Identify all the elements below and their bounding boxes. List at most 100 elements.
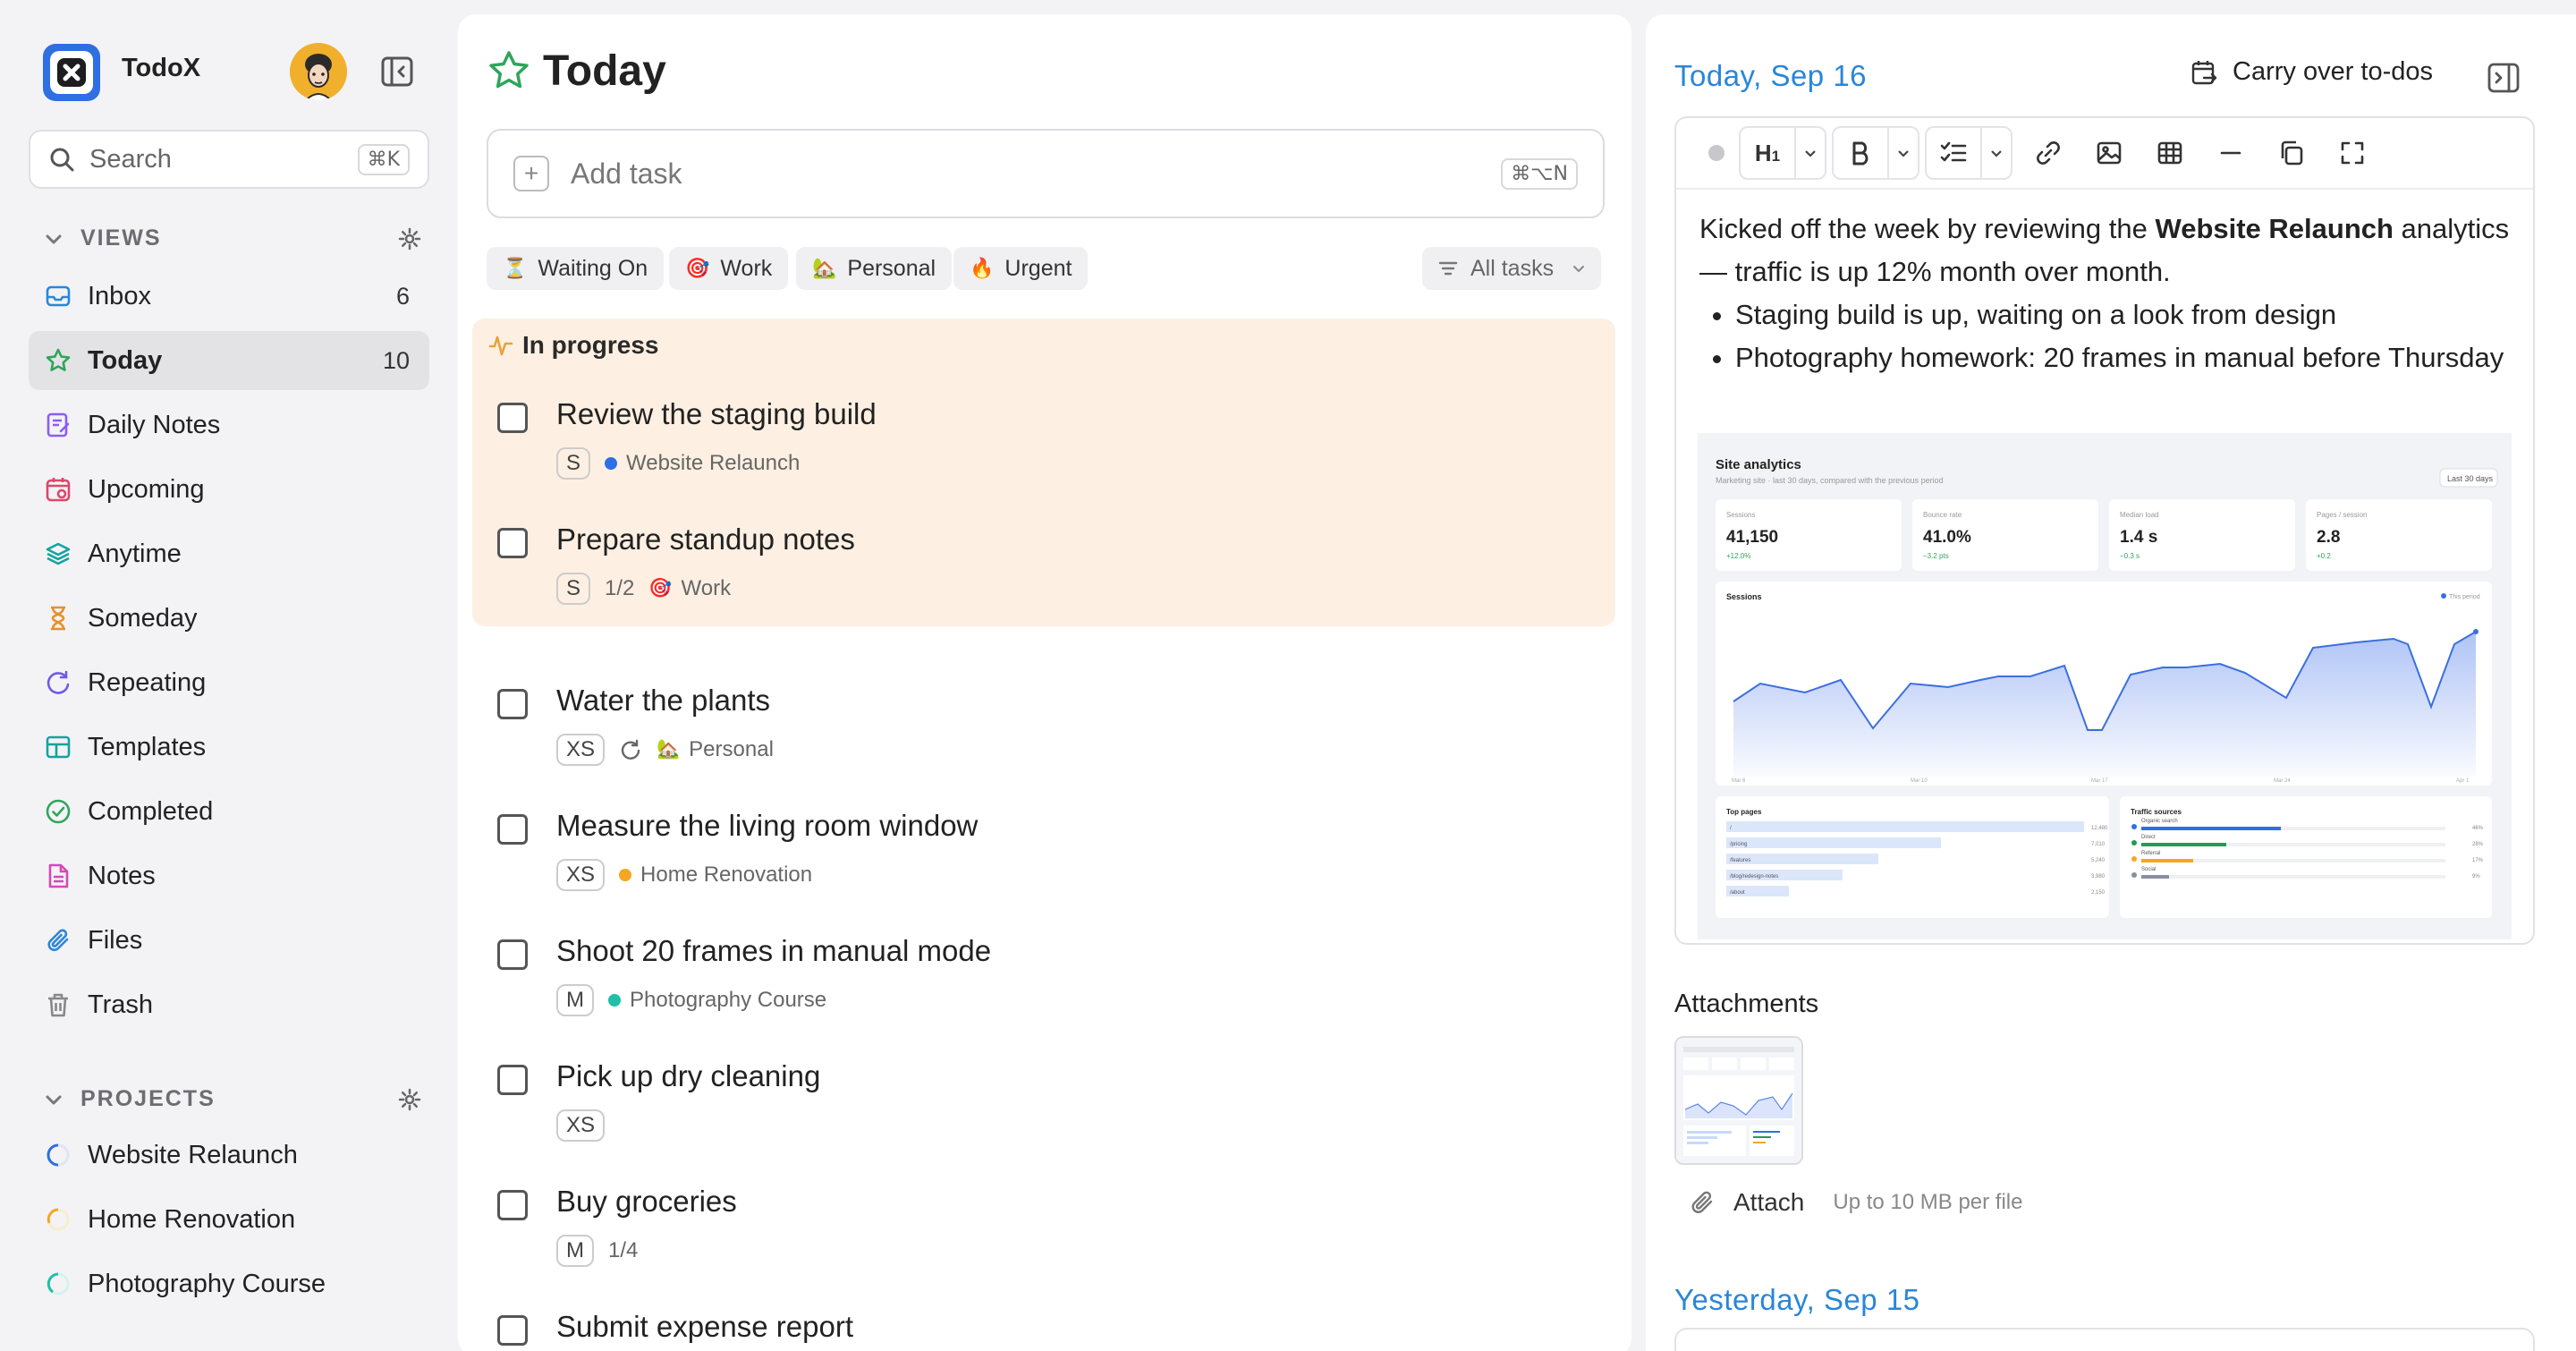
paperclip-icon [47, 929, 69, 951]
task-checkbox[interactable] [497, 814, 528, 845]
chip-personal[interactable]: 🏡 Personal [796, 247, 953, 290]
project-label[interactable]: Website Relaunch [626, 451, 800, 476]
filter-dropdown[interactable]: All tasks [1422, 247, 1601, 290]
sidebar-item-repeating[interactable]: Repeating [29, 653, 429, 712]
carry-over-button[interactable]: Carry over to-dos [2190, 57, 2433, 87]
chevron-down-icon[interactable] [43, 228, 64, 250]
fire-emoji-icon: 🔥 [970, 257, 995, 279]
in-progress-label: In progress [522, 331, 659, 359]
x-tick: Mar 24 [2274, 778, 2291, 784]
format-group [1832, 126, 1919, 180]
task-title[interactable]: Measure the living room window [556, 809, 978, 843]
collapse-sidebar-icon[interactable] [379, 54, 415, 89]
daily-note-editor[interactable]: H1 Kicked off the week by reviewing the … [1674, 116, 2535, 945]
fullscreen-button[interactable] [2322, 128, 2383, 178]
attach-button[interactable]: Attach Up to 10 MB per file [1689, 1188, 2023, 1217]
tag-label[interactable]: Work [682, 576, 732, 601]
app-logo[interactable] [43, 44, 100, 101]
projects-section-header[interactable]: PROJECTS [43, 1086, 422, 1112]
format-dropdown[interactable] [1887, 128, 1918, 178]
attachment-thumbnail[interactable] [1674, 1036, 1803, 1165]
sidebar-item-label: Today [88, 345, 163, 375]
task-title[interactable]: Review the staging build [556, 397, 877, 431]
task-checkbox[interactable] [497, 1065, 528, 1095]
project-label[interactable]: Photography Course [630, 988, 826, 1013]
heading-button[interactable]: H1 [1741, 128, 1794, 178]
chip-waiting-on[interactable]: ⏳ Waiting On [487, 247, 665, 290]
size-badge[interactable]: M [556, 1235, 594, 1267]
sidebar-item-templates[interactable]: Templates [29, 718, 429, 777]
shot-subtitle: Marketing site · last 30 days, compared … [1716, 476, 1944, 485]
size-badge[interactable]: S [556, 573, 591, 605]
avatar[interactable] [290, 43, 347, 100]
yesterday-note-editor[interactable] [1674, 1328, 2535, 1351]
sidebar-item-notes[interactable]: Notes [29, 846, 429, 905]
size-badge[interactable]: XS [556, 859, 606, 891]
chevron-down-icon[interactable] [43, 1089, 64, 1110]
task-checkbox[interactable] [497, 1190, 528, 1220]
status-dot-icon[interactable] [1694, 128, 1739, 178]
sidebar-item-upcoming[interactable]: Upcoming [29, 460, 429, 519]
house-emoji-icon: 🏡 [657, 739, 681, 760]
page-value: 12,480 [2091, 826, 2108, 831]
sidebar-item-trash[interactable]: Trash [29, 975, 429, 1034]
kpi-delta: −0.3 s [2120, 552, 2140, 560]
note-body[interactable]: Kicked off the week by reviewing the Web… [1699, 208, 2513, 379]
size-badge[interactable]: M [556, 984, 594, 1016]
task-title[interactable]: Submit expense report [556, 1310, 853, 1344]
size-badge[interactable]: XS [556, 734, 606, 766]
sidebar-item-completed[interactable]: Completed [29, 782, 429, 841]
chip-work[interactable]: 🎯 Work [669, 247, 789, 290]
project-label[interactable]: Home Renovation [640, 862, 812, 888]
bold-button[interactable] [1834, 128, 1887, 178]
yesterday-note-date[interactable]: Yesterday, Sep 15 [1674, 1283, 1920, 1317]
projects-settings-gear-icon[interactable] [397, 1087, 422, 1112]
close-panel-icon[interactable] [2487, 61, 2521, 95]
sidebar-project-photography-course[interactable]: Photography Course [29, 1254, 429, 1313]
views-settings-gear-icon[interactable] [397, 226, 422, 251]
sidebar-project-home-renovation[interactable]: Home Renovation [29, 1190, 429, 1249]
note-bullet: Photography homework: 20 frames in manua… [1735, 336, 2513, 379]
task-checkbox[interactable] [497, 689, 528, 719]
x-tick: Mar 6 [1732, 778, 1746, 784]
sidebar-project-website-relaunch[interactable]: Website Relaunch [29, 1126, 429, 1185]
repeat-icon [47, 670, 70, 694]
sidebar-item-inbox[interactable]: Inbox 6 [29, 267, 429, 326]
task-checkbox[interactable] [497, 939, 528, 970]
task-checkbox[interactable] [497, 403, 528, 433]
search-input[interactable]: Search ⌘K [29, 130, 429, 189]
note-text: Kicked off the week by reviewing the [1699, 213, 2156, 244]
sidebar-item-daily-notes[interactable]: Daily Notes [29, 395, 429, 455]
chip-urgent[interactable]: 🔥 Urgent [953, 247, 1089, 290]
heading-dropdown[interactable] [1794, 128, 1825, 178]
task-checkbox[interactable] [497, 1315, 528, 1346]
size-badge[interactable]: S [556, 447, 591, 480]
link-button[interactable] [2018, 128, 2079, 178]
size-badge[interactable]: XS [556, 1109, 606, 1142]
task-meta: M Photography Course [556, 984, 826, 1016]
table-button[interactable] [2140, 128, 2200, 178]
divider-button[interactable] [2200, 128, 2261, 178]
task-title[interactable]: Water the plants [556, 684, 770, 718]
sidebar-item-files[interactable]: Files [29, 911, 429, 970]
embedded-screenshot-image[interactable]: Site analytics Marketing site · last 30 … [1698, 433, 2512, 939]
task-checkbox[interactable] [497, 528, 528, 558]
list-dropdown[interactable] [1980, 128, 2011, 178]
sidebar-item-today[interactable]: Today 10 [29, 331, 429, 390]
x-tick: Apr 1 [2456, 778, 2470, 784]
add-task-input[interactable]: + Add task ⌘⌥N [487, 129, 1605, 218]
views-section-header[interactable]: VIEWS [43, 225, 422, 251]
image-button[interactable] [2079, 128, 2140, 178]
task-title[interactable]: Prepare standup notes [556, 523, 855, 557]
task-title[interactable]: Pick up dry cleaning [556, 1059, 820, 1093]
copy-button[interactable] [2261, 128, 2322, 178]
task-title[interactable]: Shoot 20 frames in manual mode [556, 934, 991, 968]
checklist-button[interactable] [1927, 128, 1980, 178]
task-title[interactable]: Buy groceries [556, 1185, 737, 1219]
sidebar-item-label: Someday [88, 603, 198, 633]
tag-label[interactable]: Personal [689, 737, 774, 762]
sidebar-item-anytime[interactable]: Anytime [29, 524, 429, 583]
sidebar-item-someday[interactable]: Someday [29, 589, 429, 648]
traffic-sources-card: Traffic sources Organic search Direct Re… [2120, 796, 2492, 918]
daily-note-date[interactable]: Today, Sep 16 [1674, 59, 1867, 93]
